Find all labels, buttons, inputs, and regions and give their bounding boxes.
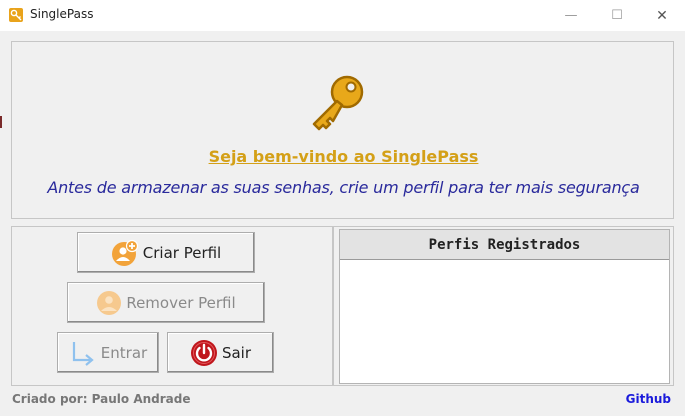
- create-profile-button[interactable]: Criar Perfil: [77, 232, 255, 273]
- key-icon: [312, 75, 364, 131]
- remove-profile-button[interactable]: Remover Perfil: [67, 282, 265, 323]
- enter-button[interactable]: Entrar: [57, 332, 159, 373]
- window-title: SinglePass: [30, 7, 94, 21]
- remove-user-icon: [97, 290, 122, 315]
- enter-arrow-icon: [72, 341, 94, 366]
- author-credit: Criado por: Paulo Andrade: [12, 392, 191, 406]
- close-button[interactable]: ✕: [639, 0, 685, 31]
- remove-profile-label: Remover Perfil: [126, 293, 236, 312]
- power-icon: [190, 339, 217, 366]
- title-bar: SinglePass — ☐ ✕: [0, 0, 685, 31]
- profiles-list-header: Perfis Registrados: [340, 230, 669, 260]
- exit-button[interactable]: Sair: [167, 332, 274, 373]
- create-profile-label: Criar Perfil: [142, 243, 222, 262]
- add-user-icon: [111, 239, 138, 266]
- github-link[interactable]: Github: [626, 392, 671, 406]
- enter-label: Entrar: [100, 343, 148, 362]
- welcome-subtitle: Antes de armazenar as suas senhas, crie …: [47, 178, 640, 197]
- exit-label: Sair: [221, 343, 252, 362]
- profiles-list[interactable]: Perfis Registrados: [339, 229, 670, 384]
- welcome-heading: Seja bem-vindo ao SinglePass: [208, 147, 479, 166]
- maximize-button[interactable]: ☐: [594, 0, 640, 31]
- edge-mark: [0, 116, 2, 128]
- minimize-button[interactable]: —: [548, 0, 594, 31]
- key-app-icon: [9, 8, 23, 22]
- welcome-panel: Seja bem-vindo ao SinglePass Antes de ar…: [11, 41, 674, 219]
